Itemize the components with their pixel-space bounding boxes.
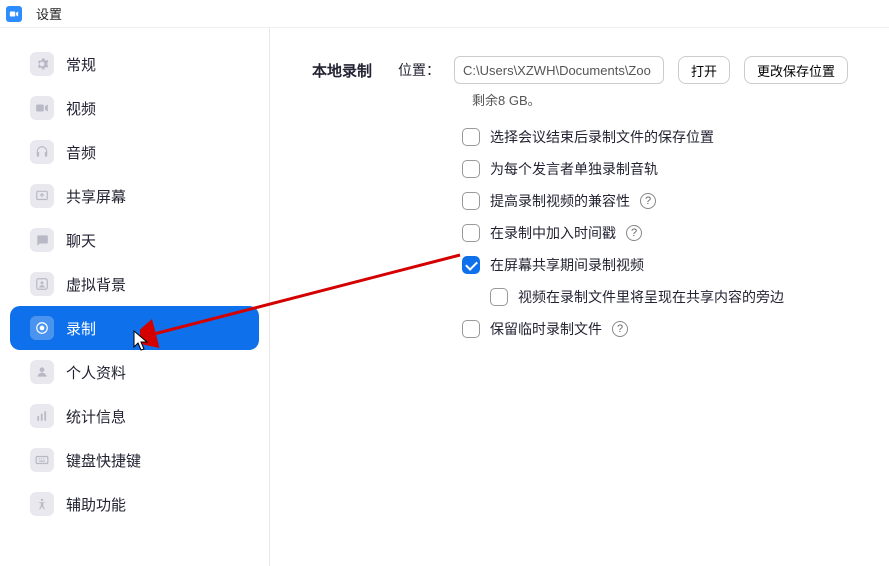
sidebar-item-general[interactable]: 常规 [10, 42, 259, 86]
stats-icon [30, 404, 54, 428]
opt-label: 在屏幕共享期间录制视频 [490, 255, 644, 275]
sidebar-item-label: 统计信息 [66, 406, 126, 427]
window-title: 设置 [36, 4, 62, 23]
help-icon[interactable]: ? [612, 321, 628, 337]
sidebar-item-stats[interactable]: 统计信息 [10, 394, 259, 438]
opt-keep-temp-files[interactable]: 保留临时录制文件 ? [462, 319, 865, 339]
content-pane: 本地录制 位置： C:\Users\XZWH\Documents\Zoo 打开 … [270, 28, 889, 566]
sidebar-item-label: 辅助功能 [66, 494, 126, 515]
sidebar-item-recording[interactable]: 录制 [10, 306, 259, 350]
location-label: 位置： [398, 60, 440, 80]
sidebar-item-chat[interactable]: 聊天 [10, 218, 259, 262]
sidebar-item-label: 个人资料 [66, 362, 126, 383]
checkbox[interactable] [462, 224, 480, 242]
sidebar-item-share[interactable]: 共享屏幕 [10, 174, 259, 218]
sidebar-item-profile[interactable]: 个人资料 [10, 350, 259, 394]
virtual-bg-icon [30, 272, 54, 296]
help-icon[interactable]: ? [626, 225, 642, 241]
sidebar-item-label: 聊天 [66, 230, 96, 251]
help-icon[interactable]: ? [640, 193, 656, 209]
section-title: 本地录制 [312, 60, 372, 81]
sidebar-item-accessibility[interactable]: 辅助功能 [10, 482, 259, 526]
video-icon [30, 96, 54, 120]
opt-label: 保留临时录制文件 [490, 319, 602, 339]
sidebar-item-label: 视频 [66, 98, 96, 119]
checkbox[interactable] [462, 320, 480, 338]
opt-improve-compatibility[interactable]: 提高录制视频的兼容性 ? [462, 191, 865, 211]
keyboard-icon [30, 448, 54, 472]
sidebar-item-label: 共享屏幕 [66, 186, 126, 207]
accessibility-icon [30, 492, 54, 516]
opt-label: 在录制中加入时间戳 [490, 223, 616, 243]
opt-video-beside-shared-content[interactable]: 视频在录制文件里将呈现在共享内容的旁边 [490, 287, 865, 307]
share-screen-icon [30, 184, 54, 208]
sidebar-item-virtual-background[interactable]: 虚拟背景 [10, 262, 259, 306]
record-icon [30, 316, 54, 340]
opt-label: 选择会议结束后录制文件的保存位置 [490, 127, 714, 147]
sidebar-item-label: 虚拟背景 [66, 274, 126, 295]
checkbox[interactable] [462, 128, 480, 146]
sidebar: 常规 视频 音频 共享屏幕 聊天 [0, 28, 270, 566]
opt-choose-location-after[interactable]: 选择会议结束后录制文件的保存位置 [462, 127, 865, 147]
sidebar-item-audio[interactable]: 音频 [10, 130, 259, 174]
sidebar-item-video[interactable]: 视频 [10, 86, 259, 130]
remaining-space-text: 剩余8 GB。 [472, 90, 865, 109]
sidebar-item-shortcut[interactable]: 键盘快捷键 [10, 438, 259, 482]
titlebar: 设置 [0, 0, 889, 28]
checkbox[interactable] [490, 288, 508, 306]
opt-add-timestamp[interactable]: 在录制中加入时间戳 ? [462, 223, 865, 243]
checkbox[interactable] [462, 160, 480, 178]
opt-label: 提高录制视频的兼容性 [490, 191, 630, 211]
opt-record-during-screenshare[interactable]: 在屏幕共享期间录制视频 [462, 255, 865, 275]
profile-icon [30, 360, 54, 384]
headphones-icon [30, 140, 54, 164]
sidebar-item-label: 键盘快捷键 [66, 450, 141, 471]
open-button[interactable]: 打开 [678, 56, 730, 84]
opt-label: 视频在录制文件里将呈现在共享内容的旁边 [518, 287, 784, 307]
opt-label: 为每个发言者单独录制音轨 [490, 159, 658, 179]
opt-separate-audio-per-speaker[interactable]: 为每个发言者单独录制音轨 [462, 159, 865, 179]
app-icon [6, 6, 22, 22]
sidebar-item-label: 音频 [66, 142, 96, 163]
gear-icon [30, 52, 54, 76]
location-input[interactable]: C:\Users\XZWH\Documents\Zoo [454, 56, 664, 84]
sidebar-item-label: 录制 [66, 318, 96, 339]
chat-icon [30, 228, 54, 252]
sidebar-item-label: 常规 [66, 54, 96, 75]
checkbox[interactable] [462, 256, 480, 274]
change-location-button[interactable]: 更改保存位置 [744, 56, 848, 84]
checkbox[interactable] [462, 192, 480, 210]
